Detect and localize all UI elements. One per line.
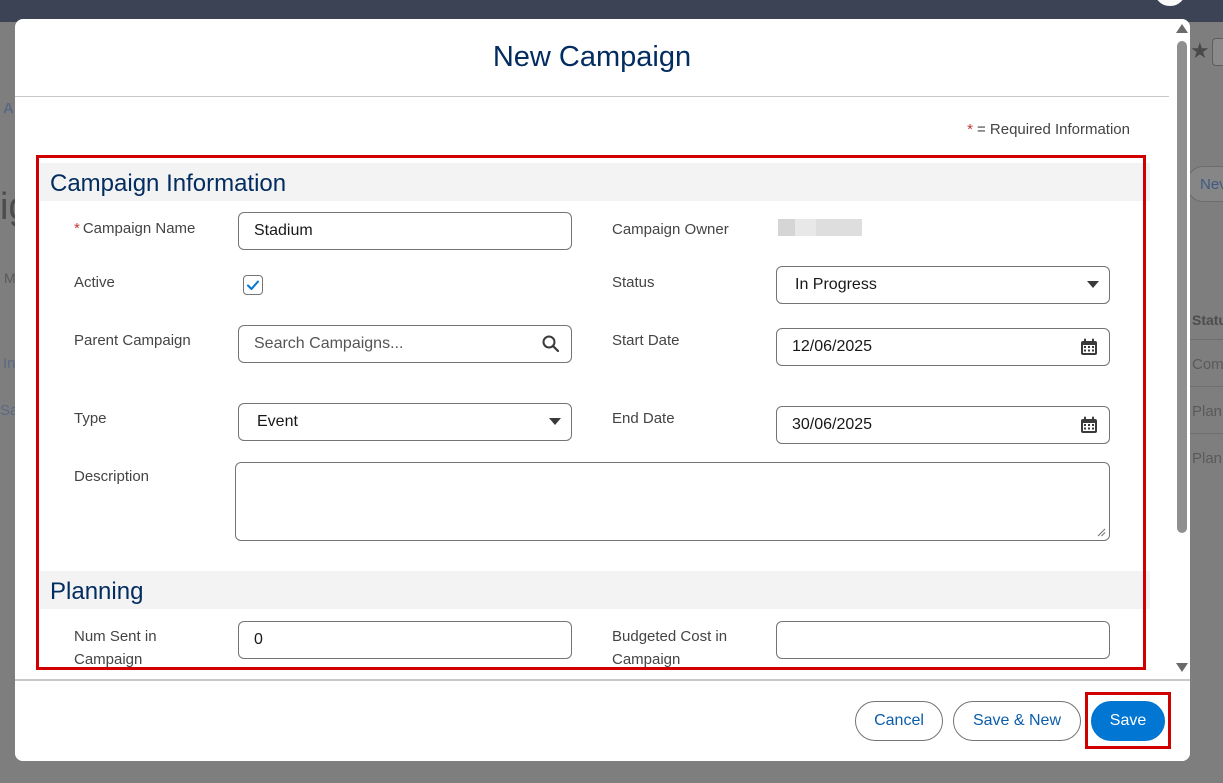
- campaign-owner-label: Campaign Owner: [612, 221, 729, 238]
- scroll-thumb[interactable]: [1177, 41, 1187, 533]
- bg-new-button[interactable]: Nev: [1187, 166, 1223, 202]
- calendar-icon[interactable]: [1079, 337, 1099, 357]
- budgeted-cost-label-line1: Budgeted Cost in: [612, 628, 728, 645]
- bg-row-link-1: In: [3, 355, 16, 372]
- chevron-down-icon: [1087, 281, 1099, 288]
- campaign-name-value: Stadium: [254, 222, 313, 239]
- cancel-button[interactable]: Cancel: [855, 701, 943, 741]
- budgeted-cost-input[interactable]: [776, 621, 1110, 659]
- end-date-value: 30/06/2025: [792, 416, 873, 433]
- required-star: *: [74, 220, 80, 237]
- save-button[interactable]: Save: [1091, 701, 1165, 741]
- num-sent-value: 0: [254, 631, 263, 648]
- bg-cell-status-3: Plan: [1192, 450, 1223, 467]
- type-select[interactable]: Event: [238, 403, 572, 441]
- modal-title: New Campaign: [492, 41, 692, 73]
- modal-footer: Cancel Save & New Save: [15, 679, 1190, 761]
- end-date-input[interactable]: 30/06/2025: [776, 406, 1110, 444]
- favorite-star-icon[interactable]: ★: [1190, 38, 1210, 64]
- search-icon[interactable]: [541, 334, 561, 354]
- start-date-label: Start Date: [612, 332, 680, 349]
- bg-column-status: Statu: [1192, 312, 1223, 328]
- modal-body: * = Required Information Campaign Informa…: [15, 97, 1190, 679]
- num-sent-label: Num Sent in Campaign: [74, 625, 157, 671]
- scroll-down-arrow-icon[interactable]: [1176, 663, 1188, 672]
- checkmark-icon: [247, 280, 259, 290]
- budgeted-cost-label: Budgeted Cost in Campaign: [612, 625, 727, 671]
- num-sent-label-line2: Campaign: [74, 651, 143, 668]
- active-label: Active: [74, 274, 115, 291]
- save-and-new-button[interactable]: Save & New: [953, 701, 1081, 741]
- required-info-text: = Required Information: [976, 121, 1130, 138]
- num-sent-input[interactable]: 0: [238, 621, 572, 659]
- active-checkbox[interactable]: [243, 275, 263, 295]
- chevron-down-icon: [549, 418, 561, 425]
- scroll-up-arrow-icon[interactable]: [1176, 24, 1188, 33]
- type-value: Event: [257, 413, 298, 430]
- type-label: Type: [74, 410, 107, 427]
- required-star: *: [967, 121, 973, 138]
- section-planning[interactable]: Planning: [40, 571, 1150, 609]
- section-title-planning: Planning: [50, 578, 144, 605]
- section-title-campaign-information: Campaign Information: [50, 170, 287, 197]
- status-label: Status: [612, 274, 655, 291]
- modal-scrollbar[interactable]: [1174, 19, 1190, 679]
- bg-cell-status-2: Plan: [1192, 403, 1223, 420]
- parent-campaign-label: Parent Campaign: [74, 332, 191, 349]
- start-date-input[interactable]: 12/06/2025: [776, 328, 1110, 366]
- parent-campaign-placeholder: Search Campaigns...: [254, 335, 404, 352]
- description-textarea[interactable]: [235, 462, 1110, 541]
- campaign-name-input[interactable]: Stadium: [238, 212, 572, 250]
- campaign-name-label: * Campaign Name: [74, 217, 195, 240]
- end-date-label: End Date: [612, 410, 675, 427]
- start-date-value: 12/06/2025: [792, 338, 873, 355]
- resize-handle-icon[interactable]: [1096, 527, 1106, 537]
- bg-text-m: M: [4, 270, 16, 286]
- new-campaign-modal: New Campaign * = Required Information Cam…: [15, 19, 1190, 761]
- campaign-name-label-text: Campaign Name: [82, 220, 196, 237]
- description-label: Description: [74, 468, 150, 485]
- campaign-owner-value: [778, 219, 862, 236]
- bg-square-button[interactable]: [1212, 38, 1223, 66]
- status-select[interactable]: In Progress: [776, 266, 1110, 304]
- bg-cell-status-1: Com: [1192, 356, 1223, 373]
- calendar-icon[interactable]: [1079, 415, 1099, 435]
- parent-campaign-lookup[interactable]: Search Campaigns...: [238, 325, 572, 363]
- required-info-note: * = Required Information: [967, 121, 1130, 138]
- bg-text-a: A: [3, 100, 14, 117]
- modal-header: New Campaign: [15, 19, 1169, 97]
- budgeted-cost-label-line2: Campaign: [612, 651, 681, 668]
- status-value: In Progress: [795, 276, 877, 293]
- section-campaign-information[interactable]: Campaign Information: [40, 163, 1150, 201]
- num-sent-label-line1: Num Sent in: [74, 628, 157, 645]
